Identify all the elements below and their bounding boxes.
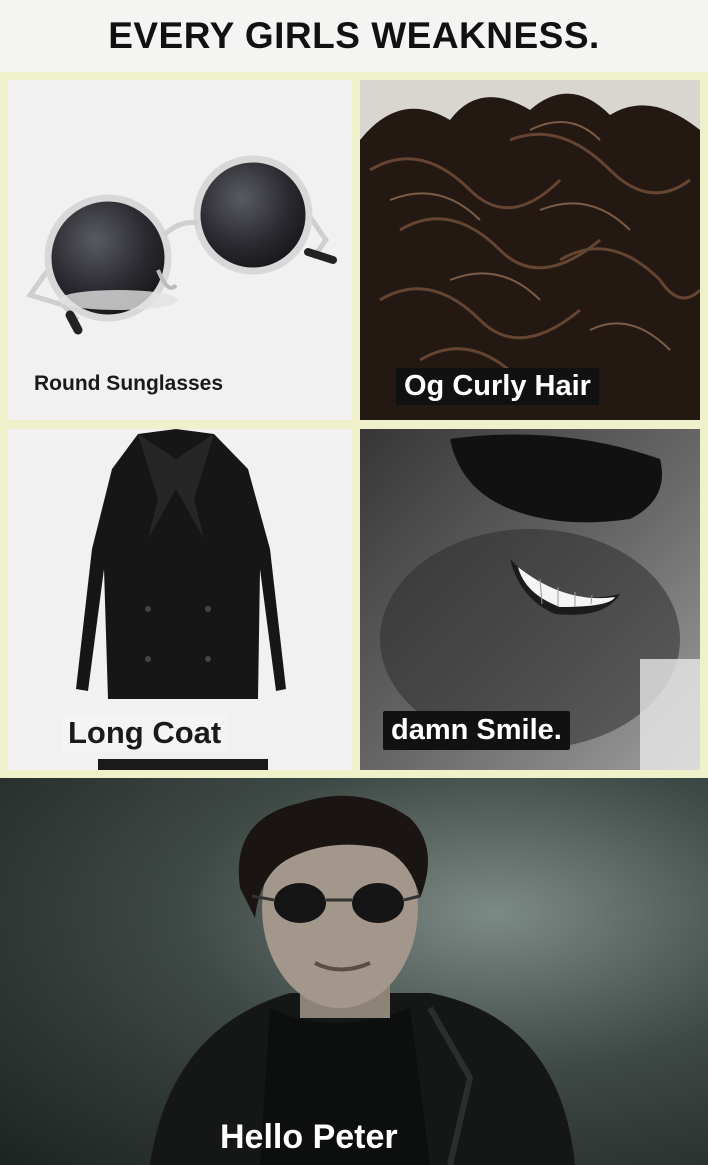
round-sunglasses-image [25,155,337,335]
man-portrait-photo [150,795,575,1165]
caption-hello-peter: Hello Peter [220,1118,398,1156]
meme-grid: Round Sunglasses Og Curly Hair Long Coat… [0,72,708,778]
panel-sunglasses: Round Sunglasses [8,80,352,420]
caption-long-coat: Long Coat [62,715,228,751]
caption-smile: damn Smile. [383,711,570,750]
caption-curly-hair: Og Curly Hair [396,368,599,405]
meme-title: EVERY GIRLS WEAKNESS. [0,0,708,72]
caption-round-sunglasses: Round Sunglasses [34,372,224,395]
panel-long-coat: Long Coat [8,429,352,770]
panel-smile: damn Smile. [360,429,700,770]
panel-curly-hair: Og Curly Hair [360,80,700,420]
panel-hello-peter: Hello Peter [0,778,708,1165]
